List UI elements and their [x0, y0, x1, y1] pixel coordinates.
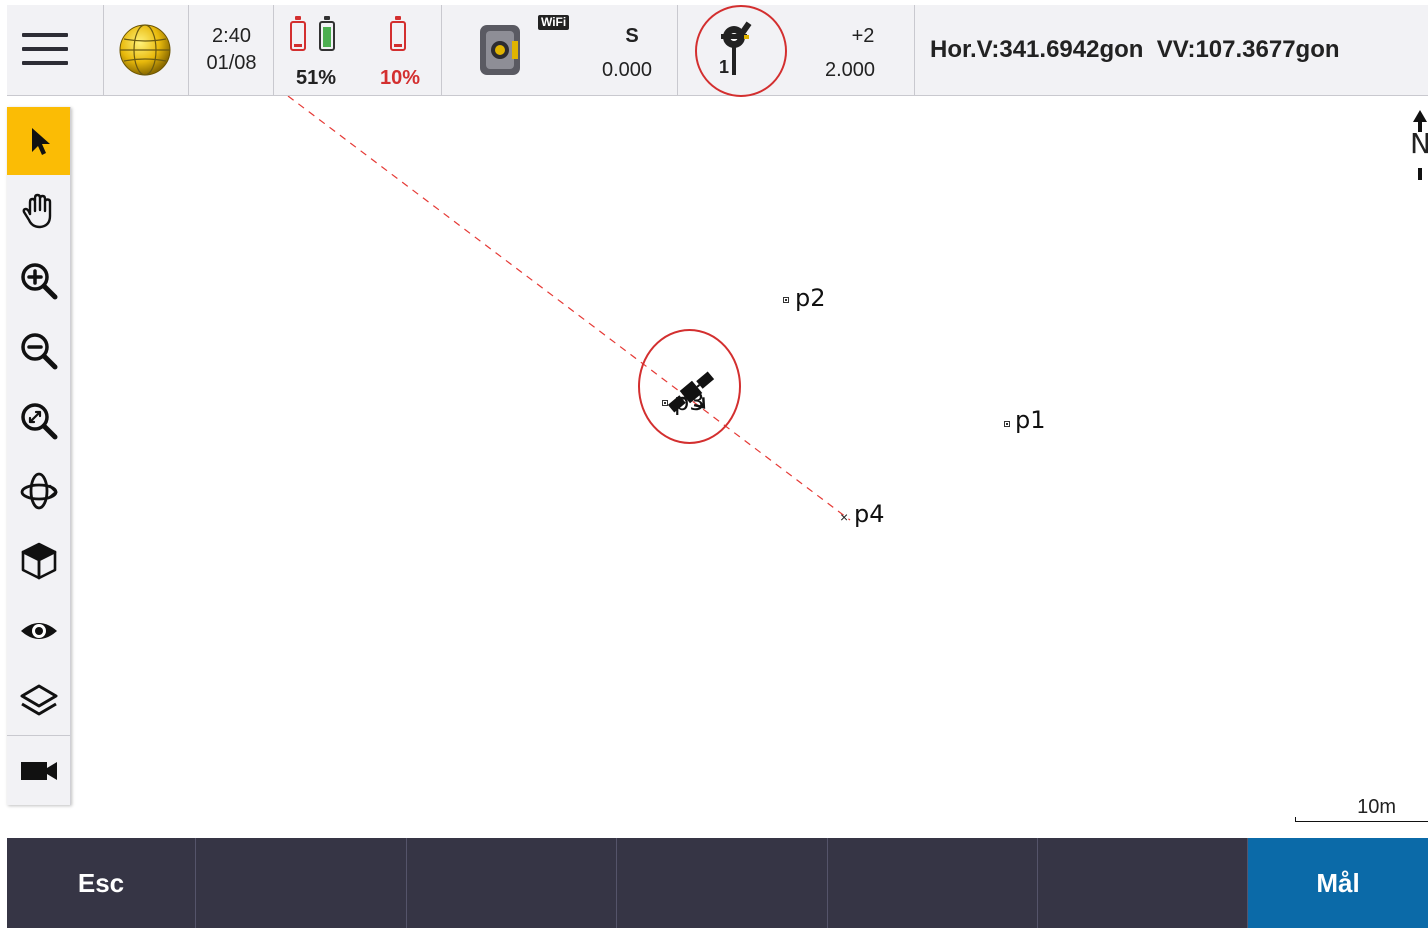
esc-button[interactable]: Esc [7, 838, 196, 928]
scale-label: 10m [1357, 796, 1396, 818]
point-label-p1[interactable]: p1 [1015, 406, 1046, 434]
zoom-in-button[interactable] [7, 247, 70, 315]
zoom-extents-button[interactable] [7, 387, 70, 455]
scale-bar: 10m [1295, 796, 1428, 822]
point-label-p2[interactable]: p2 [795, 284, 826, 312]
pan-tool-button[interactable] [7, 177, 70, 245]
status-bar: 2:40 01/08 51% 10% WiFi S 0.000 1 +2 2.0… [7, 5, 1428, 97]
softkey-empty[interactable] [196, 838, 407, 928]
softkey-empty[interactable] [407, 838, 617, 928]
point-marker[interactable] [1004, 421, 1010, 427]
job-globe-button[interactable] [104, 5, 189, 95]
battery-icon [390, 16, 406, 51]
softkey-empty[interactable] [1038, 838, 1248, 928]
eye-icon [20, 623, 57, 639]
zoom-out-button[interactable] [7, 317, 70, 385]
datetime: 2:40 01/08 [189, 5, 274, 95]
north-arrow: N [1410, 110, 1428, 180]
point-marker[interactable] [783, 297, 789, 303]
time-text: 2:40 [212, 25, 251, 47]
prism-constant: +2 [851, 25, 875, 47]
cross-marker: × [840, 509, 849, 525]
toolbar-divider [7, 735, 70, 736]
softkey-bar: Esc Mål [7, 838, 1428, 928]
zoom-out-icon [20, 333, 57, 370]
softkey-empty[interactable] [828, 838, 1038, 928]
map-view[interactable]: p2 p3 p1 × p4 N 10m [70, 96, 1428, 838]
battery-left-pct: 51% [295, 67, 337, 89]
target-value: 0.000 [601, 59, 653, 81]
battery-icon [319, 16, 335, 51]
zoom-in-icon [20, 263, 57, 300]
target-status[interactable]: 1 +2 2.000 [678, 5, 915, 97]
layers-button[interactable] [7, 667, 70, 735]
globe-icon [119, 24, 171, 76]
angle-readout: Hor.V:341.6942gon VV:107.3677gon [930, 36, 1340, 63]
target-height: 2.000 [824, 59, 876, 81]
battery-right-pct: 10% [379, 67, 421, 89]
video-camera-icon [20, 762, 57, 780]
north-label: N [1410, 127, 1428, 160]
arrow-pointer-icon [31, 128, 50, 155]
orbit-icon [20, 472, 58, 510]
view-3d-button[interactable] [7, 527, 70, 595]
highlight-circle [638, 329, 741, 444]
target-mode: S [625, 25, 639, 47]
battery-status[interactable]: 51% 10% [274, 5, 442, 95]
zoom-extents-icon [20, 403, 57, 440]
point-label-p4[interactable]: p4 [854, 500, 885, 528]
highlight-circle [695, 5, 787, 97]
orbit-button[interactable] [7, 457, 70, 525]
total-station-icon [480, 25, 520, 75]
instrument-status[interactable]: WiFi S 0.000 [442, 5, 678, 95]
visibility-button[interactable] [7, 597, 70, 665]
hand-icon [22, 193, 51, 229]
line-of-sight [287, 96, 851, 521]
wifi-badge: WiFi [538, 15, 570, 30]
menu-button[interactable] [7, 5, 104, 95]
map-toolbar [7, 107, 71, 805]
measure-button[interactable]: Mål [1248, 838, 1428, 928]
softkey-empty[interactable] [617, 838, 828, 928]
cube-icon [21, 542, 56, 580]
camera-button[interactable] [7, 737, 70, 805]
layers-icon [20, 684, 57, 716]
battery-icon [290, 16, 306, 51]
date-text: 01/08 [206, 52, 257, 74]
select-tool-button[interactable] [7, 107, 70, 175]
